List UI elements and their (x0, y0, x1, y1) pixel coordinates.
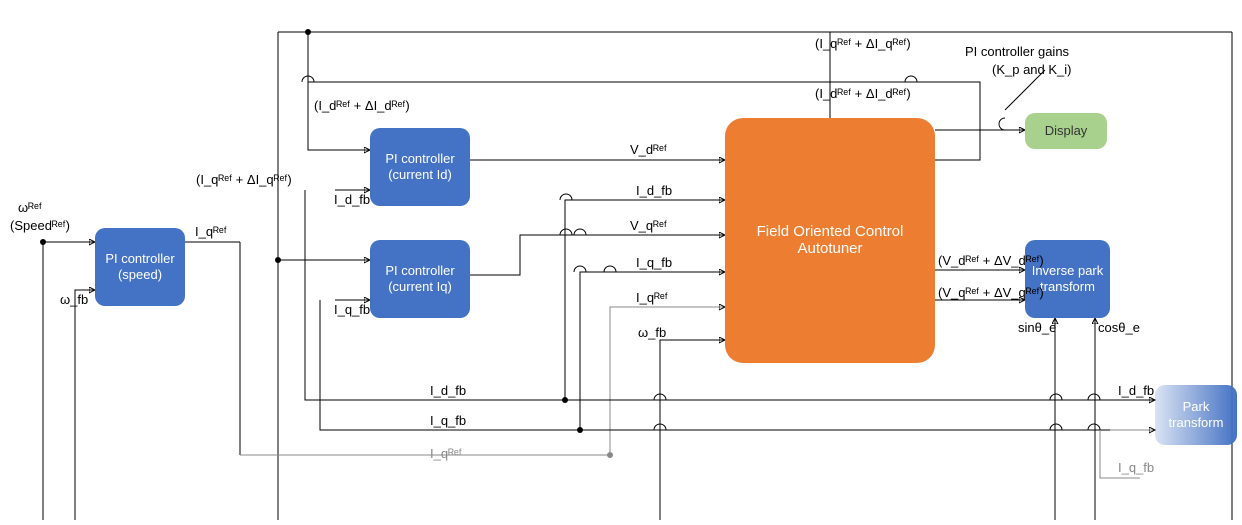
foc-autotuner-block: Field Oriented Control Autotuner (725, 118, 935, 363)
label-id-delta-left: (I_dᴿᵉᶠ + ΔI_dᴿᵉᶠ) (314, 98, 410, 113)
label-iq-ref-bus: I_qᴿᵉᶠ (430, 446, 462, 461)
pi-controller-id-block: PI controller (current Id) (370, 128, 470, 206)
foc-autotuner-label: Field Oriented Control Autotuner (729, 224, 931, 257)
park-transform-label: Park transform (1159, 399, 1233, 432)
label-id-fb-left: I_d_fb (334, 192, 370, 207)
label-cos-theta: cosθ_e (1098, 320, 1140, 335)
label-pi-gains-1: PI controller gains (965, 44, 1069, 59)
label-pi-gains-2: (K_p and K_i) (992, 62, 1072, 77)
inverse-park-block: Inverse park transform (1025, 240, 1110, 318)
label-iq-delta-left: (I_qᴿᵉᶠ + ΔI_qᴿᵉᶠ) (196, 172, 292, 187)
label-iq-fb-left: I_q_fb (334, 302, 370, 317)
pi-controller-speed-block: PI controller (speed) (95, 228, 185, 306)
label-iq-delta-top: (I_qᴿᵉᶠ + ΔI_qᴿᵉᶠ) (815, 36, 911, 51)
label-vd-ref: V_dᴿᵉᶠ (630, 142, 667, 157)
label-vq-ref: V_qᴿᵉᶠ (630, 218, 667, 233)
display-block: Display (1025, 113, 1107, 149)
label-iq-ref-mid: I_qᴿᵉᶠ (636, 290, 668, 305)
label-iq-fb-mid: I_q_fb (636, 255, 672, 270)
label-id-delta-top: (I_dᴿᵉᶠ + ΔI_dᴿᵉᶠ) (815, 86, 911, 101)
diagram-canvas: PI controller (speed) PI controller (cur… (0, 0, 1242, 525)
label-iq-fb-bus: I_q_fb (430, 413, 466, 428)
label-omega-fb-left: ω_fb (60, 292, 88, 307)
pi-controller-iq-block: PI controller (current Iq) (370, 240, 470, 318)
label-vq-delta: (V_qᴿᵉᶠ + ΔV_qᴿᵉᶠ) (938, 285, 1044, 300)
label-sin-theta: sinθ_e (1018, 320, 1056, 335)
pi-iq-label: PI controller (current Iq) (374, 263, 466, 296)
pi-id-label: PI controller (current Id) (374, 151, 466, 184)
label-iq-ref: I_qᴿᵉᶠ (195, 224, 227, 239)
label-omega-fb-mid: ω_fb (638, 325, 666, 340)
park-transform-block: Park transform (1155, 385, 1237, 445)
label-id-fb-bus: I_d_fb (430, 383, 466, 398)
display-label: Display (1045, 123, 1088, 139)
pi-speed-label: PI controller (speed) (99, 251, 181, 284)
label-iq-fb-right: I_q_fb (1118, 460, 1154, 475)
label-speed-ref: (Speedᴿᵉᶠ) (10, 218, 70, 233)
label-omega-ref: ωᴿᵉᶠ (18, 200, 42, 215)
label-id-fb-right: I_d_fb (1118, 383, 1154, 398)
label-id-fb-mid: I_d_fb (636, 183, 672, 198)
label-vd-delta: (V_dᴿᵉᶠ + ΔV_dᴿᵉᶠ) (938, 253, 1044, 268)
